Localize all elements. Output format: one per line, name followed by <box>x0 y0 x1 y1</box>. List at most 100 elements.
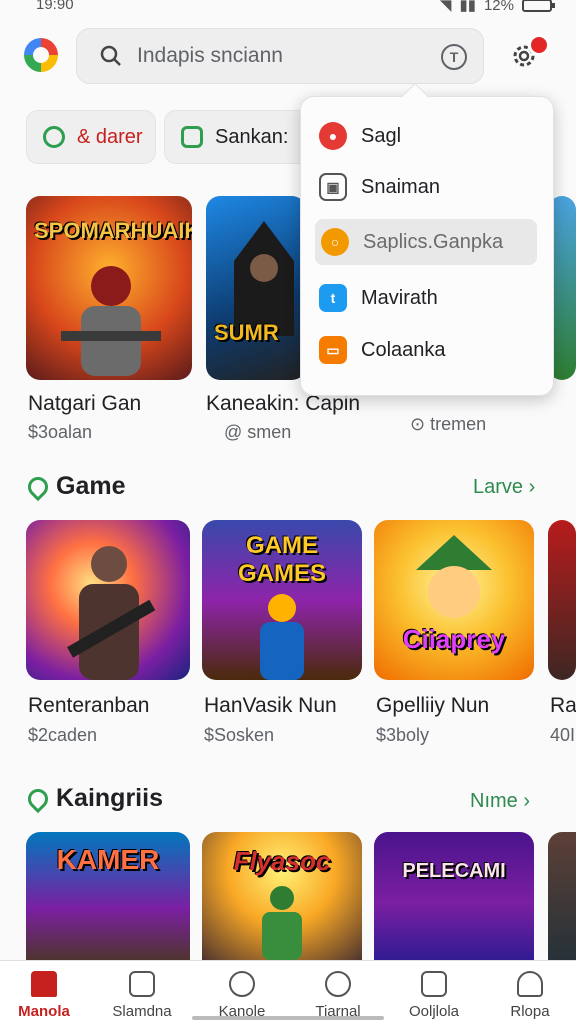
warrior-art <box>61 266 161 376</box>
battery-icon <box>522 0 555 12</box>
nav-item-ooljlola[interactable]: Ooljlola <box>386 971 482 1020</box>
dropdown-caret <box>400 82 430 112</box>
dropdown-item-label: Sagl <box>361 124 402 147</box>
dropdown-item-snaiman[interactable]: ▣ Snaiman <box>301 164 555 210</box>
twitter-icon: t <box>319 284 347 312</box>
see-more-link[interactable]: Larve › <box>473 476 535 499</box>
home-indicator <box>192 1016 384 1020</box>
status-time: 19:90 <box>36 0 74 13</box>
soldier-art <box>260 594 304 680</box>
search-suggestions-dropdown: ● Sagl ▣ Snaiman ○ Saplics.Ganpka t Mavi… <box>300 82 555 396</box>
nav-item-rlopa[interactable]: Rlopa <box>482 971 576 1020</box>
search-icon <box>100 45 121 66</box>
status-bar: 19:90 ◥ ▮▮ 12% <box>0 0 576 22</box>
nav-item-kanole[interactable]: Kanole <box>194 971 290 1020</box>
dropdown-item-label: Mavirath <box>361 286 438 309</box>
calendar-icon: ▣ <box>319 173 347 201</box>
thumbnail-title: PELECAMI <box>402 860 506 882</box>
clear-search-icon[interactable]: T <box>441 44 467 70</box>
dropdown-item-label: Saplics.Ganpka <box>363 230 504 253</box>
game-controller-icon <box>43 126 65 148</box>
game-thumbnail[interactable]: Flyasoc <box>202 832 362 960</box>
compass-icon <box>325 971 351 997</box>
featured-card-1[interactable]: SPOMARHUAIK <box>26 196 192 380</box>
section-title: Kaingriis <box>56 784 163 812</box>
app-title[interactable]: HanVasik Nun <box>204 694 337 718</box>
dropdown-item-label: Snaiman <box>361 175 440 198</box>
game-thumbnail[interactable]: Ciiaprey <box>374 520 534 680</box>
profile-icon <box>517 971 543 997</box>
section-header-game: Game <box>23 472 125 501</box>
dropdown-item-colaanka[interactable]: ▭ Colaanka <box>301 327 555 373</box>
game-thumbnail[interactable] <box>548 520 576 680</box>
thumbnail-title: SUMR <box>214 320 279 345</box>
wifi-icon: ◥ <box>439 0 452 14</box>
card-icon: ▭ <box>319 336 347 364</box>
battery-percent: 12% <box>483 0 514 14</box>
app-title[interactable]: Rap <box>550 694 576 718</box>
nav-label: Manola <box>18 1003 70 1020</box>
nav-label: Ooljlola <box>408 1003 460 1020</box>
game-thumbnail[interactable]: PELECAMI <box>374 832 534 960</box>
nav-item-tiarnal[interactable]: Tiarnal <box>290 971 386 1020</box>
game-card[interactable] <box>26 520 190 680</box>
game-thumbnail[interactable]: SPOMARHUAIK <box>26 196 192 380</box>
location-icon: ● <box>319 122 347 150</box>
game-thumbnail[interactable]: GAME GAMES <box>202 520 362 680</box>
guitarist-art <box>67 546 156 680</box>
nav-item-home[interactable]: Manola <box>0 971 92 1020</box>
settings-button[interactable] <box>508 34 550 72</box>
book-icon <box>421 971 447 997</box>
nav-item-slamdna[interactable]: Slamdna <box>94 971 190 1020</box>
chip-category-2[interactable]: Sankan: <box>164 110 314 164</box>
dropdown-item-mavirath[interactable]: t Mavirath <box>301 275 555 321</box>
game-card[interactable]: Ciiaprey <box>374 520 534 680</box>
thumbnail-title: Flyasoc <box>233 846 331 876</box>
section-header-kaingriis: Kaingriis <box>23 784 163 813</box>
app-title[interactable]: Gpelliiy Nun <box>376 694 489 718</box>
search-query[interactable]: Indapis snciann <box>137 44 283 68</box>
search-icon: ○ <box>321 228 349 256</box>
tv-icon <box>181 126 203 148</box>
green-soldier-art <box>262 886 302 960</box>
thumbnail-title: SPOMARHUAIK <box>34 218 192 243</box>
game-card[interactable]: PELECAMI <box>374 832 534 960</box>
thumbnail-title: Ciiaprey <box>402 624 506 654</box>
game-card[interactable]: GAME GAMES <box>202 520 362 680</box>
store-icon <box>129 971 155 997</box>
status-icons: ◥ ▮▮ 12% <box>439 0 555 14</box>
dropdown-item-sagl[interactable]: ● Sagl <box>301 113 555 159</box>
nav-label: Slamdna <box>112 1003 172 1020</box>
location-pin-icon <box>23 784 53 813</box>
game-thumbnail[interactable] <box>548 832 576 960</box>
game-card[interactable] <box>548 832 576 960</box>
google-logo-icon[interactable] <box>24 38 58 72</box>
search-bar[interactable]: Indapis snciann T <box>76 28 484 84</box>
app-title[interactable]: Renteranban <box>28 694 149 718</box>
app-title[interactable]: Natgari Gan <box>28 392 141 416</box>
thumbnail-title: GAME GAMES <box>237 532 326 587</box>
chip-category-1[interactable]: & darer <box>26 110 156 164</box>
gamepad-icon <box>229 971 255 997</box>
game-card[interactable]: Flyasoc <box>202 832 362 960</box>
chip-label: Sankan: <box>215 125 289 148</box>
app-subtitle: $2caden <box>28 725 98 745</box>
app-subtitle: $3boly <box>376 725 430 745</box>
game-card[interactable] <box>548 520 576 680</box>
app-subtitle: $Sosken <box>204 725 275 745</box>
app-subtitle: @ smen <box>224 422 292 442</box>
dropdown-item-label: Colaanka <box>361 338 446 361</box>
game-thumbnail[interactable]: SUMR <box>206 196 306 380</box>
goblin-art <box>416 535 492 618</box>
hooded-figure-art <box>234 221 294 336</box>
dropdown-item-saplics[interactable]: ○ Saplics.Ganpka <box>315 219 537 265</box>
app-subtitle: 40I <box>550 725 576 745</box>
game-thumbnail[interactable]: KAMER <box>26 832 190 960</box>
game-thumbnail[interactable] <box>26 520 190 680</box>
game-card[interactable]: KAMER <box>26 832 190 960</box>
app-subtitle: $3oalan <box>28 422 93 442</box>
signal-icon: ▮▮ <box>459 0 476 14</box>
notification-badge <box>528 34 550 56</box>
featured-card-2[interactable]: SUMR <box>206 196 306 380</box>
see-more-link[interactable]: Nıme › <box>470 790 530 813</box>
